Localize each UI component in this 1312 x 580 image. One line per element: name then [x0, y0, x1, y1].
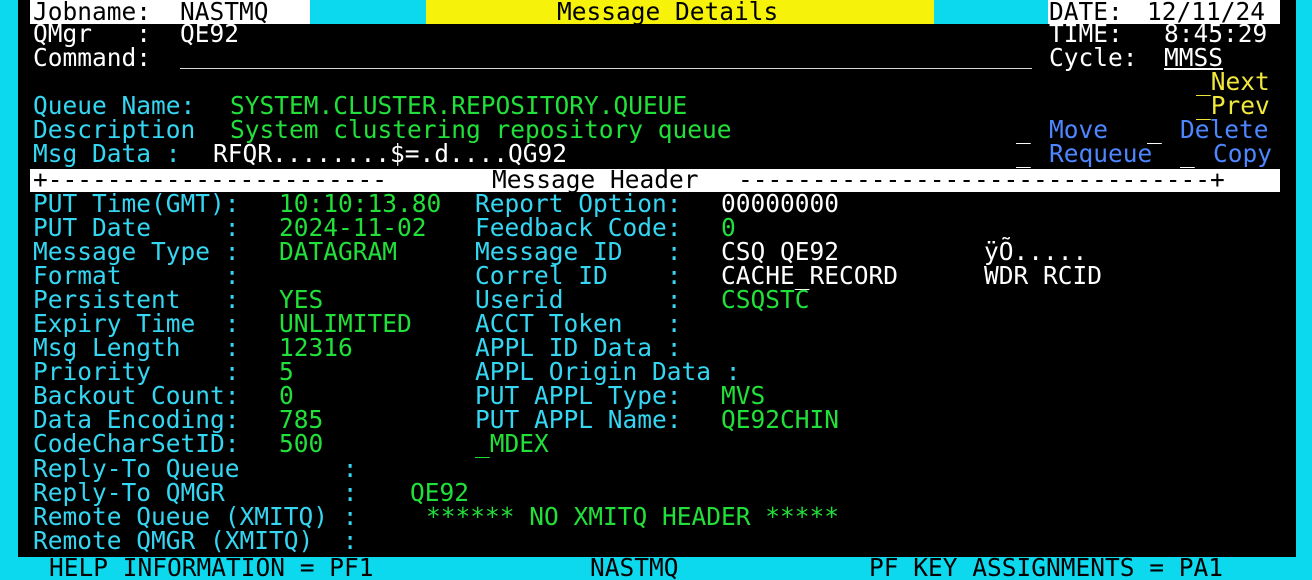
report-option-value: 00000000	[721, 189, 840, 218]
mdex-action[interactable]: _MDEX	[475, 431, 549, 456]
title-bar-spacer-left	[310, 0, 426, 24]
put-appl-name-value: QE92CHIN	[721, 405, 840, 434]
msg-data-value: RFQR........$=.d....QG92	[213, 139, 568, 168]
footer-help: HELP INFORMATION = PF1	[49, 553, 374, 580]
codecharsetid-value: 500	[279, 429, 324, 458]
correl-id-extra: WDR RCID	[984, 261, 1103, 290]
msg-data-label: Msg Data :	[33, 139, 181, 168]
remote-queue-value: ****** NO XMITQ HEADER *****	[426, 502, 840, 531]
command-label: Command:	[33, 43, 152, 72]
requeue-select-field[interactable]: _	[1016, 141, 1031, 166]
codecharsetid-label: CodeCharSetID:	[33, 429, 240, 458]
cycle-label: Cycle:	[1049, 43, 1138, 72]
message-type-value: DATAGRAM	[279, 237, 398, 266]
frame-left	[0, 0, 18, 580]
qmgr-value: QE92	[180, 19, 240, 48]
copy-action[interactable]: Copy	[1213, 141, 1272, 166]
userid-value: CSQSTC	[721, 285, 810, 314]
command-input[interactable]	[180, 46, 1032, 69]
page-title: Message Details	[557, 0, 779, 26]
copy-select-field[interactable]: _	[1180, 141, 1195, 166]
title-bar-spacer-right	[934, 0, 1048, 24]
frame-right	[1296, 0, 1312, 580]
remote-qmgr-label: Remote QMGR (XMITQ) :	[33, 526, 358, 555]
requeue-action[interactable]: Requeue	[1049, 141, 1152, 166]
terminal-screen: Jobname: NASTMQ Message Details DATE: 12…	[0, 0, 1312, 580]
footer-jobname: NASTMQ	[590, 553, 679, 580]
footer-pf-keys: PF KEY ASSIGNMENTS = PA1	[869, 553, 1224, 580]
